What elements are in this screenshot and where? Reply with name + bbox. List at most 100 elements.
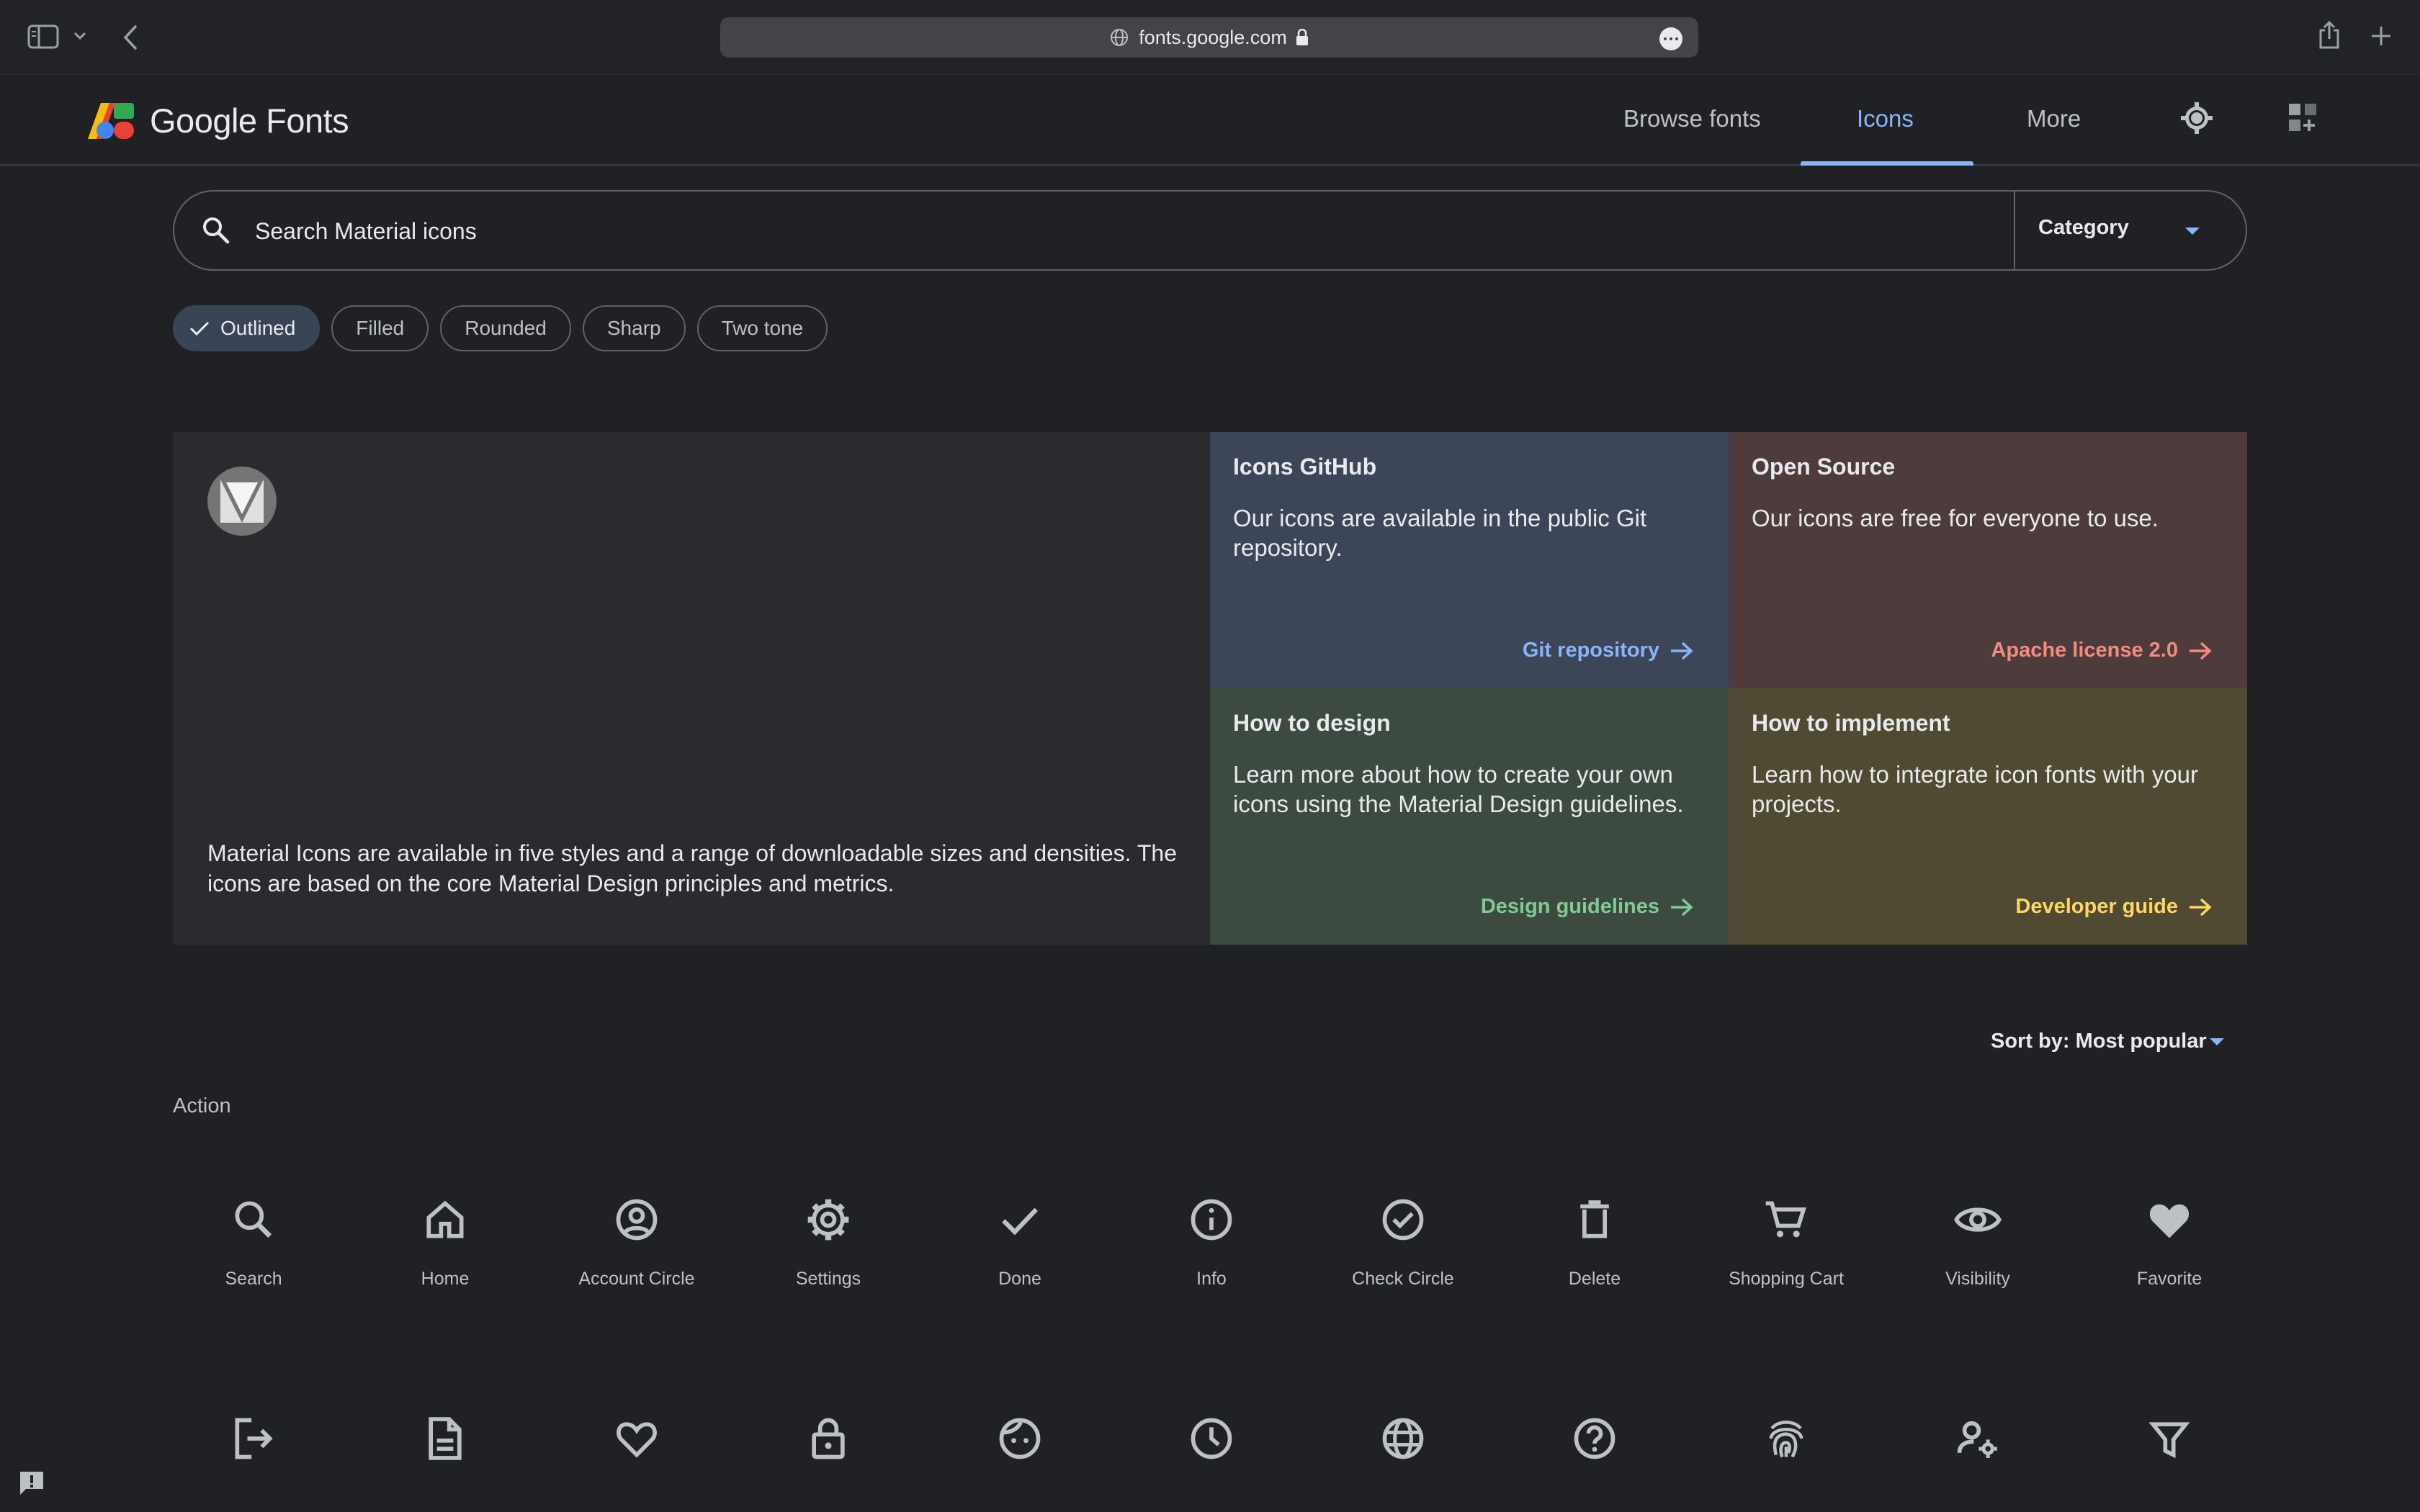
new-tab-icon[interactable]	[2370, 24, 2393, 48]
favorite-icon	[2149, 1204, 2190, 1238]
icon-tile-info[interactable]: Info	[1125, 1195, 1298, 1339]
icon-tile-face[interactable]	[933, 1414, 1106, 1512]
apps-grid-icon[interactable]	[2286, 101, 2321, 135]
card-open-source: Open Source Our icons are free for every…	[1729, 432, 2247, 688]
icon-tile-favorite-border[interactable]	[550, 1414, 723, 1512]
hero-panel: Material Icons are available in five sty…	[173, 432, 1210, 945]
link-label: Git repository	[1522, 639, 1659, 662]
google-fonts-logo-icon	[88, 102, 134, 139]
chip-outlined[interactable]: Outlined	[173, 305, 321, 351]
sidebar-toggle-icon[interactable]	[27, 24, 59, 49]
logo-text: Google Fonts	[150, 102, 349, 140]
done-icon	[1002, 1207, 1038, 1236]
address-bar[interactable]: fonts.google.com	[720, 17, 1698, 58]
chip-filled[interactable]: Filled	[331, 305, 429, 351]
back-icon[interactable]	[122, 24, 138, 50]
globe-icon	[1111, 29, 1129, 46]
feedback-icon[interactable]	[17, 1469, 46, 1498]
fingerprint-icon	[1769, 1421, 1803, 1458]
icon-tile-delete[interactable]: Delete	[1508, 1195, 1681, 1339]
sort-dropdown[interactable]: Sort by: Most popular	[1991, 1030, 2207, 1053]
git-repository-link[interactable]: Git repository	[1523, 639, 1694, 662]
google-fonts-logo[interactable]: Google Fonts	[88, 101, 349, 140]
icon-tile-settings[interactable]: Settings	[742, 1195, 915, 1339]
chip-sharp-label: Sharp	[606, 317, 661, 339]
nav-more[interactable]: More	[2027, 105, 2081, 132]
active-tab-indicator	[1801, 161, 1973, 166]
icon-label: Visibility	[1945, 1269, 2010, 1289]
icon-label: Shopping Cart	[1729, 1269, 1844, 1289]
icon-label: Home	[421, 1269, 470, 1289]
apache-license-link[interactable]: Apache license 2.0	[1991, 639, 2213, 662]
url-text: fonts.google.com	[1139, 26, 1287, 48]
search-input[interactable]	[255, 206, 2128, 256]
share-icon[interactable]	[2318, 20, 2341, 49]
settings-icon	[807, 1199, 849, 1241]
nav-icons[interactable]: Icons	[1857, 105, 1914, 132]
icon-tile-description[interactable]	[359, 1414, 532, 1512]
card-title: Open Source	[1752, 454, 1896, 480]
page-menu-icon[interactable]	[1659, 27, 1682, 50]
card-body: Our icons are free for everyone to use.	[1752, 505, 2159, 531]
search-divider	[2014, 192, 2015, 269]
icon-label: Account Circle	[578, 1269, 695, 1289]
icon-tile-account-circle[interactable]: Account Circle	[550, 1195, 723, 1339]
design-guidelines-link[interactable]: Design guidelines	[1481, 895, 1694, 919]
description-icon	[429, 1417, 462, 1460]
face-icon	[999, 1418, 1041, 1459]
chip-sharp[interactable]: Sharp	[582, 305, 686, 351]
icon-tile-fingerprint[interactable]	[1700, 1414, 1873, 1512]
chip-two-tone-label: Two tone	[721, 317, 804, 339]
home-icon	[426, 1200, 464, 1238]
caret-down-icon[interactable]	[2210, 1038, 2224, 1045]
icon-tile-schedule[interactable]	[1125, 1414, 1298, 1512]
icon-tile-search[interactable]: Search	[167, 1195, 340, 1339]
chevron-down-icon[interactable]	[73, 32, 86, 40]
icon-tile-check-circle[interactable]: Check Circle	[1317, 1195, 1489, 1339]
icon-tile-help-outline[interactable]	[1508, 1414, 1681, 1512]
arrow-forward-icon	[2190, 642, 2212, 660]
icon-tile-filter-alt[interactable]	[2083, 1414, 2256, 1512]
icon-tile-done[interactable]: Done	[933, 1195, 1106, 1339]
manage-accounts-icon	[1957, 1421, 1997, 1458]
icon-label: Delete	[1568, 1269, 1621, 1289]
icon-tile-visibility[interactable]: Visibility	[1891, 1195, 2064, 1339]
chip-filled-label: Filled	[356, 317, 405, 339]
material-logo-icon	[207, 467, 277, 536]
chip-two-tone[interactable]: Two tone	[696, 305, 828, 351]
favorite-border-icon	[617, 1422, 657, 1458]
icon-tile-favorite[interactable]: Favorite	[2083, 1195, 2256, 1339]
icon-label: Done	[998, 1269, 1041, 1289]
link-label: Design guidelines	[1480, 895, 1659, 918]
icon-tile-home[interactable]: Home	[359, 1195, 532, 1339]
site-header: Google Fonts Browse fonts Icons More	[0, 75, 2420, 166]
schedule-icon	[1191, 1418, 1232, 1459]
icon-tile-manage-accounts[interactable]	[1891, 1414, 2064, 1512]
arrow-forward-icon	[2190, 898, 2212, 916]
icon-tile-shopping-cart[interactable]: Shopping Cart	[1700, 1195, 1873, 1339]
category-dropdown[interactable]: Category	[2038, 216, 2129, 240]
browser-toolbar: fonts.google.com	[0, 0, 2420, 75]
search-icon[interactable]	[200, 215, 232, 246]
theme-toggle-icon[interactable]	[2179, 101, 2214, 135]
check-circle-icon	[1382, 1199, 1424, 1241]
icon-label: Settings	[795, 1269, 861, 1289]
filter-alt-icon	[2148, 1422, 2190, 1459]
chip-rounded-label: Rounded	[465, 317, 547, 339]
icon-label: Search	[225, 1269, 282, 1289]
card-body: Our icons are available in the public Gi…	[1233, 505, 1647, 561]
caret-down-icon[interactable]	[2185, 228, 2200, 235]
shopping-cart-icon	[1765, 1201, 1806, 1238]
nav-browse-fonts[interactable]: Browse fonts	[1623, 105, 1761, 132]
developer-guide-link[interactable]: Developer guide	[2015, 895, 2213, 919]
link-label: Developer guide	[2015, 895, 2178, 918]
icon-label: Info	[1196, 1269, 1227, 1289]
icon-tile-lock[interactable]	[742, 1414, 915, 1512]
icon-tile-logout[interactable]	[167, 1414, 340, 1512]
hero-description: Material Icons are available in five sty…	[207, 840, 1177, 896]
chip-rounded[interactable]: Rounded	[440, 305, 571, 351]
icon-tile-language[interactable]	[1317, 1414, 1489, 1512]
icon-label: Favorite	[2136, 1269, 2202, 1289]
help-outline-icon	[1574, 1418, 1615, 1459]
chip-outlined-label: Outlined	[220, 317, 296, 339]
